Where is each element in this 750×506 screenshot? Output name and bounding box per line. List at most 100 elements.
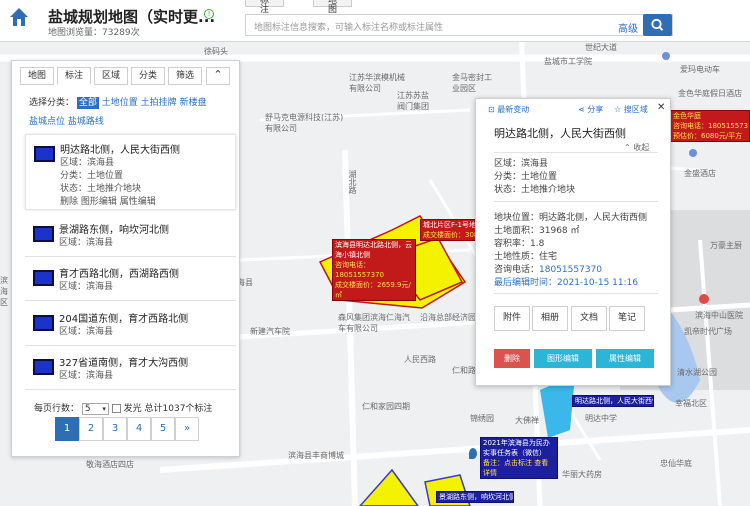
rows-label: 每页行数： [34, 404, 80, 414]
location-pin-icon[interactable] [469, 448, 477, 459]
delete-button[interactable]: 删除 [494, 349, 530, 368]
item-status: 状态：土地推介地块 [60, 184, 142, 194]
page-2[interactable]: 2 [79, 417, 103, 441]
map-label: 仁和路 [452, 366, 476, 375]
list-item[interactable]: 327省道南侧，育才大沟西侧 区域：滨海县 [25, 350, 236, 390]
item-region: 区域：滨海县 [59, 282, 114, 292]
tab-category[interactable]: 分类 [131, 67, 165, 85]
item-title: 明达路北侧，人民大街西侧 [60, 145, 180, 156]
advanced-search-link[interactable]: 高级 [618, 20, 638, 35]
map-label: 江苏苏盐阀门集团 [397, 91, 429, 111]
layer-links: 盐城点位 盐城路线 [29, 114, 104, 127]
edit-attr-link[interactable]: 属性编辑 [120, 197, 156, 207]
home-logo-icon[interactable] [8, 6, 30, 28]
list-item[interactable]: 景湖路东侧，响坎河北侧 区域：滨海县 [25, 217, 236, 257]
category-label: 选择分类： [29, 98, 75, 108]
map-label: 华丽大药房 [562, 470, 602, 479]
divider [494, 293, 658, 294]
search-button[interactable] [643, 14, 672, 36]
app-header: 盐城规划地图（实时更... 地图浏览量：73289次 ! 标注 地图 地图标注信… [0, 0, 750, 42]
glow-checkbox[interactable] [111, 404, 121, 413]
field-area: 土地面积：31968 ㎡ [494, 226, 580, 236]
category-all[interactable]: 全部 [76, 97, 99, 109]
map-marker-label[interactable]: 明达路北侧，人民大街西侧 [572, 395, 654, 407]
map-label: 爱玛电动车 [680, 65, 720, 74]
delete-link[interactable]: 删除 [60, 197, 78, 207]
glow-label: 发光 [123, 404, 142, 414]
tab-annotation[interactable]: 标注 [245, 0, 285, 15]
list-item[interactable]: 204国道东侧，育才西路北侧 区域：滨海县 [25, 306, 236, 346]
divider [494, 152, 658, 153]
close-icon[interactable]: ✕ [657, 102, 665, 113]
tab-filter[interactable]: 筛选 [168, 67, 202, 85]
item-title: 327省道南侧，育才大沟西侧 [59, 358, 189, 369]
tab-region[interactable]: 区域 [94, 67, 128, 85]
popup-status: 状态：土地推介地块 [494, 185, 576, 195]
parcel-swatch-icon [33, 359, 54, 375]
search-area-button[interactable]: ☆ 搜区域 [614, 104, 648, 115]
map-marker-label[interactable]: 城北片区F-1号地块成交楼面价：3080元/㎡ [420, 219, 480, 241]
page-5[interactable]: 5 [151, 417, 175, 441]
recent-changes[interactable]: ⊡ 最新变动 [488, 104, 529, 115]
tab-map[interactable]: 地图 [20, 67, 54, 85]
map-label: 滨海县丰商博城 [288, 451, 344, 460]
map-label: 金盛酒店 [684, 169, 716, 178]
tab-annotation[interactable]: 标注 [57, 67, 91, 85]
category-land-location[interactable]: 土地位置 [102, 98, 138, 108]
item-region: 区域：滨海县 [59, 238, 114, 248]
map-marker-label[interactable]: 滨海县明达北路北侧，云海小镇北侧 咨询电话：18051557370 成交楼面价：26… [332, 239, 416, 301]
hospital-icon[interactable] [699, 294, 709, 304]
map-label: 明达中学 [585, 414, 617, 423]
map-label: 金色华庭假日酒店 [678, 89, 742, 98]
points-link[interactable]: 盐城点位 [29, 117, 65, 127]
map-label: 世纪大道 [585, 43, 617, 52]
search-input[interactable]: 地图标注信息搜索，可输入标注名称或标注属性 高级 [245, 14, 673, 36]
album-button[interactable]: 相册 [532, 306, 568, 331]
category-new-property[interactable]: 新楼盘 [180, 98, 207, 108]
field-phone: 咨询电话：18051557370 [494, 265, 603, 275]
notes-button[interactable]: 笔记 [609, 306, 645, 331]
collapse-chevron-icon[interactable]: ⌃ [206, 67, 230, 85]
routes-link[interactable]: 盐城路线 [68, 117, 104, 127]
parcel-swatch-icon [33, 315, 54, 331]
category-land-auction[interactable]: 土拍挂牌 [141, 98, 177, 108]
map-marker-label[interactable]: 2021年滨海县为民办实事任务表（微信） 备注：点击标注 查看详情 [480, 437, 558, 479]
list-item[interactable]: 育才西路北侧，西湖路西侧 区域：滨海县 [25, 261, 236, 301]
search-icon [651, 18, 664, 31]
tab-map[interactable]: 地图 [313, 0, 353, 15]
map-label: 凯帝时代广场 [684, 327, 732, 336]
edit-attributes-button[interactable]: 属性编辑 [596, 349, 654, 368]
rows-select[interactable]: 5 ▾ [81, 402, 109, 415]
edit-icon: ⊡ [488, 105, 498, 114]
attachment-button[interactable]: 附件 [494, 306, 530, 331]
map-label: 清水湖公园 [677, 368, 717, 377]
page-4[interactable]: 4 [127, 417, 151, 441]
map-label: 森风集团滨海仁海汽车有限公司 [338, 313, 410, 333]
info-icon[interactable]: ! [204, 9, 214, 19]
edit-shape-link[interactable]: 图形编辑 [81, 197, 117, 207]
edit-shape-button[interactable]: 图形编辑 [534, 349, 592, 368]
phone-link[interactable]: 18051557370 [539, 265, 602, 275]
page-3[interactable]: 3 [103, 417, 127, 441]
map-label: 新建汽车院 [250, 327, 290, 336]
chevron-up-icon: ⌃ [624, 143, 634, 152]
share-button[interactable]: ⋖ 分享 [578, 104, 603, 115]
map-marker-label[interactable]: 金色华庭 咨询电话：18051557370 预估价：6080元/平方 [670, 110, 750, 142]
page-1[interactable]: 1 [55, 417, 79, 441]
map-label: 锦绣园 [470, 414, 494, 423]
parcel-swatch-icon [33, 270, 54, 286]
map-label: 湖北路 [348, 170, 357, 194]
map-label: 幸福北区 [675, 399, 707, 408]
item-category: 分类：土地位置 [60, 171, 124, 181]
total-count: 总计1037个标注 [144, 404, 213, 414]
map-label: 徐码头 [204, 47, 228, 56]
map-pin-icon[interactable] [662, 52, 670, 60]
map-marker-label[interactable]: 景湖路东侧，响坎河北侧 [436, 491, 514, 503]
page-next[interactable]: » [175, 417, 199, 441]
map-pin-icon[interactable] [689, 149, 697, 157]
field-nature: 土地性质：住宅 [494, 252, 558, 262]
list-item[interactable]: 明达路北侧，人民大街西侧 区域：滨海县 分类：土地位置 状态：土地推介地块 删除… [25, 134, 236, 210]
document-button[interactable]: 文档 [571, 306, 607, 331]
map-label: 忠仙华庭 [660, 459, 692, 468]
field-edited: 最后编辑时间：2021-10-15 11:16 [494, 278, 639, 288]
